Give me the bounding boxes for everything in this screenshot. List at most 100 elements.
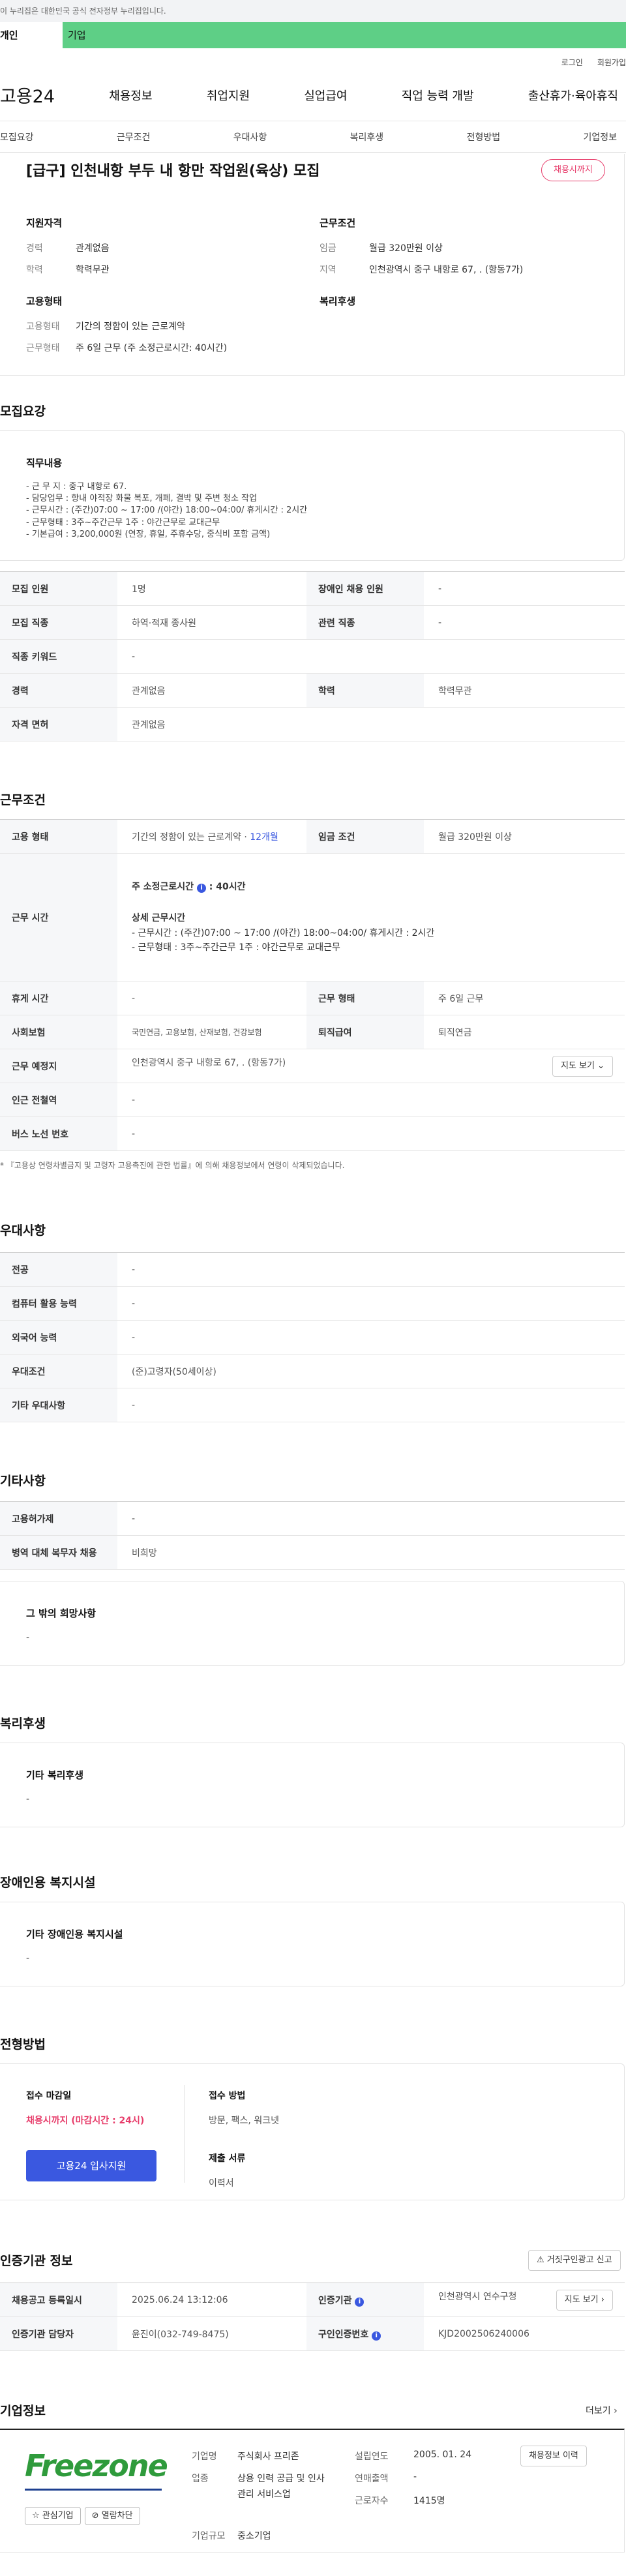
- signup-link[interactable]: 회원가입: [597, 52, 626, 69]
- welfare-box-title: 기타 복리후생: [26, 1769, 84, 1781]
- member-tabs: 개인 기업: [0, 22, 626, 48]
- nav-item-leave[interactable]: 출산휴가·육아휴직: [528, 87, 618, 104]
- nav-item-benefits[interactable]: 실업급여: [304, 87, 347, 104]
- cell-head: 근무 형태: [306, 981, 424, 1015]
- cell-head: 고용허가제: [0, 1501, 117, 1536]
- cell-head: 컴퓨터 활용 능력: [0, 1286, 117, 1321]
- cell-head: 병역 대체 복무자 채용: [0, 1535, 117, 1570]
- nav-item-training[interactable]: 직업 능력 개발: [402, 87, 474, 104]
- table-row: 고용허가제 -: [0, 1501, 625, 1536]
- star-icon: ☆: [32, 2511, 40, 2521]
- field-key: 근로자수: [355, 2496, 389, 2506]
- cell-value: 주 6일 근무: [424, 981, 625, 1015]
- nav-item-jobs[interactable]: 채용정보: [109, 87, 152, 104]
- cell-value: 학력무관: [424, 673, 625, 708]
- duty-text: - 근 무 지 : 중구 내항로 67. - 담당업무 : 항내 야적장 화물 …: [26, 482, 308, 539]
- more-link[interactable]: 더보기 ›: [586, 2404, 618, 2417]
- agency-map-button[interactable]: 지도 보기 ›: [556, 2289, 613, 2311]
- pref-title: 우대사항: [0, 1223, 46, 1238]
- work-title: 근무조건: [0, 793, 46, 807]
- emp-key: 근무형태: [26, 343, 60, 353]
- cell-head: 임금 조건: [306, 819, 424, 854]
- site-logo[interactable]: 고용24: [0, 82, 55, 108]
- section-nav: 모집요강 근무조건 우대사항 복리후생 전형방법 기업정보: [0, 121, 626, 153]
- summary-card: [급구] 인천내항 부두 내 항만 작업원(육상) 모집 채용시까지 지원자격 …: [0, 154, 625, 376]
- welfare-summary-title: 복리후생: [320, 295, 356, 307]
- cell-value: 관계없음: [117, 673, 306, 708]
- deadline-value: 채용시까지 (마감시간 : 24시): [26, 2116, 145, 2126]
- emp-key: 고용형태: [26, 322, 60, 332]
- pref-table: 전공 - 컴퓨터 활용 능력 - 외국어 능력 - 우대조건 (준)고령자(50세이상)…: [0, 1252, 625, 1422]
- cell-head: 경력: [0, 673, 117, 708]
- cell-value: 퇴직연금: [424, 1015, 625, 1049]
- chevron-right-icon: ›: [601, 2294, 604, 2305]
- cell-value: -: [117, 1388, 625, 1422]
- age-note: * 『고용상 연령차별금지 및 고령자 고용촉진에 관한 법률』에 의해 채용정…: [0, 1161, 345, 1170]
- table-row: 경력 관계없음 학력 학력무관: [0, 673, 625, 708]
- agency-map-label: 지도 보기: [564, 2294, 599, 2305]
- qual-value: 학력무관: [76, 265, 110, 275]
- cell-head: 구인인증번호 i: [306, 2316, 424, 2351]
- method-value: 방문, 팩스, 워크넷: [209, 2116, 279, 2126]
- field-key: 업종: [192, 2474, 209, 2484]
- info-icon[interactable]: i: [196, 883, 206, 893]
- cell-value: 비희망: [117, 1535, 625, 1570]
- info-icon[interactable]: i: [372, 2331, 381, 2341]
- detail-hours-label: 상세 근무시간: [132, 913, 186, 924]
- tab-company[interactable]: 기업: [63, 22, 626, 48]
- snb-welfare[interactable]: 복리후생: [350, 130, 384, 143]
- nav-item-support[interactable]: 취업지원: [207, 87, 250, 104]
- cell-head: 인근 전철역: [0, 1083, 117, 1117]
- cell-head: 인증기관 i: [306, 2283, 424, 2317]
- cell-value: 인천광역시 중구 내항로 67, . (항동7가) 지도 보기 ⌄: [117, 1049, 625, 1083]
- qual-title: 지원자격: [26, 217, 63, 229]
- cell-value: -: [117, 1252, 625, 1287]
- disabled-box-title: 기타 장애인용 복지시설: [26, 1928, 123, 1940]
- snb-recruit[interactable]: 모집요강: [0, 130, 34, 143]
- cell-value: 기간의 정함이 있는 근로계약 · 12개월: [117, 819, 306, 854]
- table-row: 모집 직종 하역·적재 종사원 관련 직종 -: [0, 605, 625, 640]
- status-badge: 채용시까지: [541, 159, 605, 181]
- qual-block: 지원자격 경력 관계없음 학력 학력무관: [26, 216, 313, 284]
- apply-button[interactable]: 고용24 입사지원: [26, 2150, 156, 2181]
- tab-personal[interactable]: 개인: [0, 22, 63, 48]
- table-row: 휴게 시간 - 근무 형태 주 6일 근무: [0, 981, 625, 1015]
- qual-key: 학력: [26, 265, 43, 275]
- disabled-box: 기타 장애인용 복지시설 -: [0, 1902, 625, 1986]
- block-button[interactable]: ⊘ 열람차단: [84, 2507, 140, 2525]
- history-button[interactable]: 채용정보 이력: [520, 2446, 587, 2466]
- method-block: 접수 방법 방문, 팩스, 워크넷 제출 서류 이력서: [209, 2089, 470, 2189]
- disabled-box-value: -: [26, 1953, 30, 1964]
- favorite-button[interactable]: ☆ 관심기업: [25, 2507, 81, 2525]
- table-row: 근무 시간 주 소정근로시간 i : 40시간 상세 근무시간 - 근무시간 :…: [0, 853, 625, 981]
- snb-pref[interactable]: 우대사항: [233, 130, 267, 143]
- field-value: -: [413, 2472, 417, 2482]
- field-value: 상용 인력 공급 및 인사관리 서비스업: [237, 2474, 325, 2500]
- cell-head: 자격 면허: [0, 707, 117, 741]
- snb-selection[interactable]: 전형방법: [467, 130, 501, 143]
- login-link[interactable]: 로그인: [561, 52, 583, 69]
- table-row: 전공 -: [0, 1252, 625, 1287]
- info-icon[interactable]: i: [355, 2297, 365, 2307]
- cell-head: 모집 직종: [0, 605, 117, 640]
- company-box: Freezone ☆ 관심기업 ⊘ 열람차단 기업명 주식회사 프리존 설립연도 200…: [0, 2429, 625, 2553]
- block-icon: ⊘: [91, 2511, 99, 2521]
- cell-value: -: [117, 1501, 625, 1536]
- snb-company[interactable]: 기업정보: [583, 130, 617, 143]
- map-button[interactable]: 지도 보기 ⌄: [552, 1055, 613, 1077]
- cell-value: 주 소정근로시간 i : 40시간 상세 근무시간 - 근무시간 : (주간)0…: [117, 853, 625, 981]
- cell-head: 고용 형태: [0, 819, 117, 854]
- selection-title: 전형방법: [0, 2037, 46, 2052]
- cond-key: 지역: [320, 265, 336, 275]
- snb-work[interactable]: 근무조건: [117, 130, 151, 143]
- emp-block: 고용형태 고용형태 기간의 정함이 있는 근로계약 근무형태 주 6일 근무 (주 …: [26, 294, 313, 363]
- report-button[interactable]: ⚠ 거짓구인광고 신고: [528, 2250, 621, 2271]
- cell-head: 근무 시간: [0, 853, 117, 981]
- table-row: 버스 노선 번호 -: [0, 1116, 625, 1151]
- recruit-title: 모집요강: [0, 404, 46, 419]
- report-icon: ⚠: [537, 2255, 544, 2265]
- table-row: 인증기관 담당자 윤진이(032-749-8475) 구인인증번호 i KJD2002…: [0, 2316, 625, 2351]
- work-table: 고용 형태 기간의 정함이 있는 근로계약 · 12개월 임금 조건 월급 32…: [0, 819, 625, 1151]
- table-row: 병역 대체 복무자 채용 비희망: [0, 1535, 625, 1570]
- cell-value: 국민연금, 고용보험, 산재보험, 건강보험: [117, 1015, 306, 1049]
